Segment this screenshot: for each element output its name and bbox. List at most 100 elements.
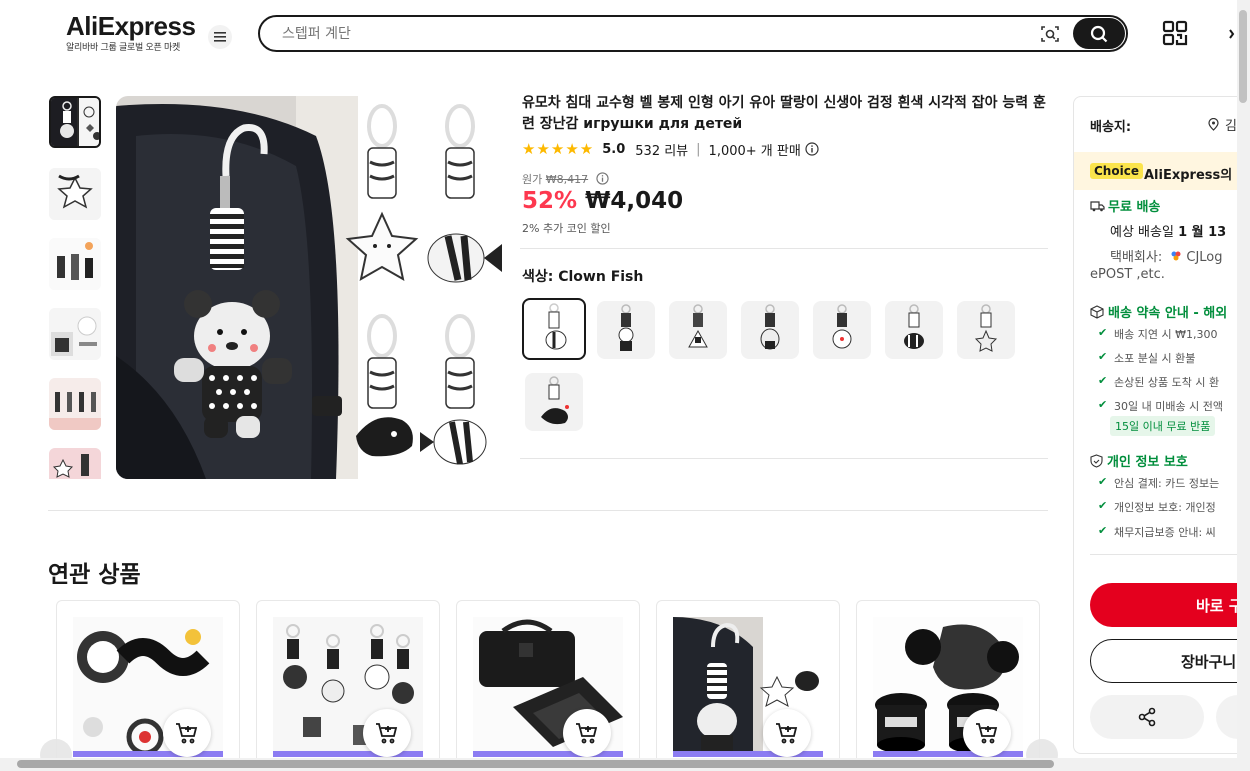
location-pin-icon [1208,117,1219,131]
sale-price: ₩4,040 [585,188,684,214]
related-product-card[interactable] [256,600,440,770]
color-label: 색상: Clown Fish [522,269,644,285]
courier-name: CJLog [1186,250,1223,265]
cart-add-icon [776,723,798,744]
add-to-cart-button[interactable] [763,709,811,757]
packaging-thumbnail-image [49,308,101,360]
swatch-image [974,304,998,352]
check-icon: ✔ [1098,524,1108,537]
check-icon: ✔ [1098,499,1108,512]
color-swatch-3[interactable] [669,301,727,359]
qr-code-icon [1162,20,1188,46]
promise-item: 소포 분실 시 환불 [1114,352,1196,365]
delivery-date: 1 월 13 [1178,225,1227,240]
swatch-image [618,304,634,351]
cart-add-icon [576,723,598,744]
related-product-card[interactable] [656,600,840,770]
add-to-cart-main-button[interactable]: 장바구니 [1090,639,1250,683]
image-search-button[interactable] [1040,24,1062,44]
product-photo [116,96,502,479]
price-info-icon[interactable] [595,172,609,185]
divider [48,510,1048,511]
aliexpress-logo[interactable]: AliExpress 알리바바 그룹 글로벌 오픈 마켓 [66,12,196,53]
add-to-cart-button[interactable] [163,709,211,757]
vertical-scroll-thumb[interactable] [1239,10,1247,103]
starfish-thumbnail-image [49,168,101,220]
color-swatch-6[interactable] [885,301,943,359]
delivery-estimate: 예상 배송일 1 월 13 [1110,221,1226,240]
color-swatch-2[interactable] [597,301,655,359]
add-to-cart-button[interactable] [563,709,611,757]
star-rating-icon: ★★★★★ [522,140,595,158]
free-return-tag: 15일 이내 무료 반품 [1110,416,1216,436]
promise-item: 30일 내 미배송 시 전액 [1114,400,1223,413]
hamburger-icon [214,32,226,42]
buy-now-button[interactable]: 바로 구 [1090,583,1250,627]
privacy-item: 개인정보 보호: 개인정 [1114,501,1216,514]
thumbnail-5[interactable] [49,378,101,430]
check-icon: ✔ [1098,326,1108,339]
separator: | [696,141,701,157]
thumbnail-1[interactable] [49,96,101,148]
sold-count: 1,000+ 개 판매 [708,143,801,159]
share-button[interactable] [1090,695,1204,739]
search-button[interactable] [1073,18,1125,49]
courier-label: 택배회사: [1110,250,1163,265]
related-product-card[interactable] [456,600,640,770]
check-icon: ✔ [1098,475,1108,488]
color-swatch-4[interactable] [741,301,799,359]
thumbnail-6[interactable] [49,448,101,479]
variants-thumbnail-image [49,378,101,430]
color-swatch-clown-fish[interactable] [522,298,586,360]
check-icon: ✔ [1098,350,1108,363]
pink-thumbnail-image [49,448,101,479]
original-price: 원가 ₩8,417 [522,171,609,187]
discount-percent: 52% [522,188,578,214]
purchase-panel: 배송지: 김 Choice AliExpress의 무료 배송 예상 배송일 1… [1073,96,1250,754]
delivery-promise-title[interactable]: 배송 약속 안내 - 해외 [1090,302,1227,321]
ship-to-location[interactable]: 김 [1208,115,1237,134]
coin-discount-note: 2% 추가 코인 할인 [522,222,611,235]
divider [1090,554,1250,555]
color-swatch-8[interactable] [525,373,583,431]
related-product-card[interactable] [856,600,1040,770]
vertical-scrollbar[interactable] [1237,0,1250,771]
thumbnail-4[interactable] [49,308,101,360]
add-to-cart-button[interactable] [363,709,411,757]
delivery-estimate-label: 예상 배송일 [1110,225,1179,240]
price-row: 52% ₩4,040 [522,188,683,214]
privacy-title[interactable]: 개인 정보 보호 [1090,451,1188,470]
review-count-link[interactable]: 532 리뷰 [635,140,688,159]
related-product-card[interactable] [56,600,240,770]
promise-item: 손상된 상품 도착 시 환 [1114,376,1220,389]
toy-thumbnail-image [51,98,99,146]
horizontal-scroll-thumb[interactable] [17,760,1054,768]
main-product-image[interactable] [116,96,502,479]
info-icon[interactable] [805,142,819,156]
location-text: 김 [1225,119,1237,134]
delivery-promise-text: 배송 약속 안내 - 해외 [1108,306,1228,321]
search-input[interactable] [282,23,982,45]
privacy-text: 개인 정보 보호 [1107,455,1188,470]
rating-value: 5.0 [602,141,626,157]
thumbnail-3[interactable] [49,238,101,290]
qr-code-button[interactable] [1162,20,1188,46]
choice-banner-text: AliExpress의 [1144,168,1233,183]
menu-button[interactable] [208,25,232,49]
free-shipping-row: 무료 배송 [1090,196,1160,215]
courier-row: 택배회사: CJLog [1110,246,1223,265]
courier-more: ePOST ,etc. [1090,267,1165,282]
color-swatch-5[interactable] [813,301,871,359]
choice-badge: Choice [1090,163,1143,179]
thumbnail-2[interactable] [49,168,101,220]
check-icon: ✔ [1098,374,1108,387]
free-shipping-text: 무료 배송 [1108,200,1161,215]
camera-scan-icon [1041,26,1059,42]
cart-add-icon [376,723,398,744]
swatch-image [832,304,852,349]
promise-item: 배송 지연 시 ₩1,300 [1114,328,1218,341]
privacy-item: 채무지급보증 안내: 씨 [1114,526,1216,539]
cart-add-icon [976,723,998,744]
add-to-cart-button[interactable] [963,709,1011,757]
color-swatch-7[interactable] [957,301,1015,359]
